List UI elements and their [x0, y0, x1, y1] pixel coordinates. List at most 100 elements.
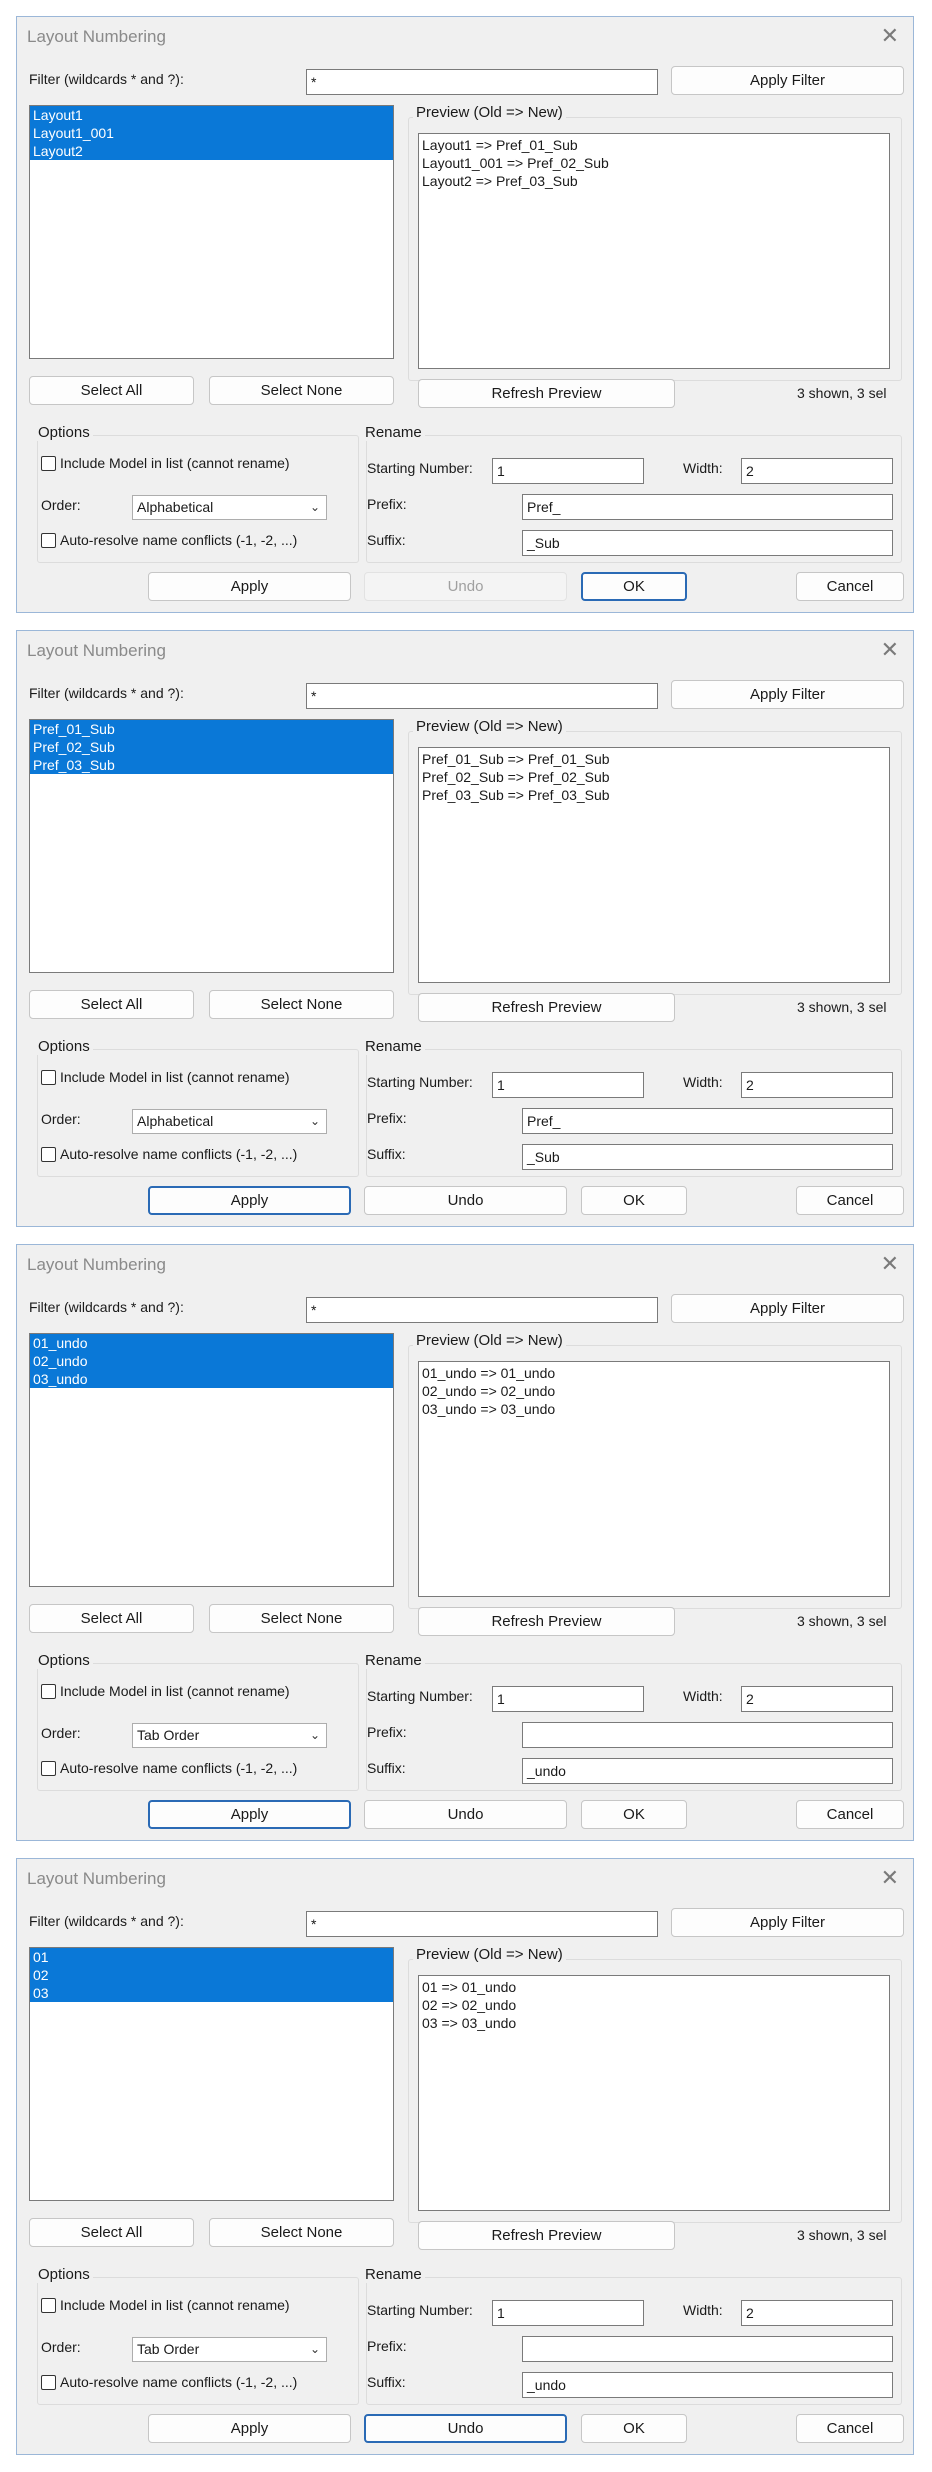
suffix-input[interactable]: _Sub — [522, 530, 893, 556]
include-model-checkbox[interactable]: Include Model in list (cannot rename) — [41, 2297, 290, 2313]
preview-line: Layout1_001 => Pref_02_Sub — [422, 155, 609, 171]
cancel-button[interactable]: Cancel — [796, 1186, 904, 1215]
order-select[interactable]: Alphabetical ⌄ — [132, 1109, 327, 1134]
select-none-button[interactable]: Select None — [209, 990, 394, 1019]
refresh-preview-button[interactable]: Refresh Preview — [418, 993, 675, 1022]
list-item[interactable]: Layout1 — [30, 106, 393, 124]
starting-number-label: Starting Number: — [367, 2302, 473, 2318]
rename-label: Rename — [362, 2266, 425, 2283]
select-none-button[interactable]: Select None — [209, 1604, 394, 1633]
width-input[interactable]: 2 — [741, 1686, 893, 1712]
checkbox-box — [41, 1683, 56, 1699]
filter-input[interactable]: * — [306, 69, 658, 95]
starting-number-input[interactable]: 1 — [492, 458, 644, 484]
auto-resolve-checkbox[interactable]: Auto-resolve name conflicts (-1, -2, ...… — [41, 1146, 297, 1162]
refresh-preview-button[interactable]: Refresh Preview — [418, 1607, 675, 1636]
list-item[interactable]: Pref_01_Sub — [30, 720, 393, 738]
starting-number-input[interactable]: 1 — [492, 1072, 644, 1098]
close-icon[interactable]: ✕ — [881, 1251, 899, 1277]
close-icon[interactable]: ✕ — [881, 637, 899, 663]
preview-box[interactable]: Layout1 => Pref_01_Sub Layout1_001 => Pre… — [418, 133, 890, 369]
apply-filter-button[interactable]: Apply Filter — [671, 680, 904, 709]
refresh-preview-button[interactable]: Refresh Preview — [418, 379, 675, 408]
width-input[interactable]: 2 — [741, 1072, 893, 1098]
undo-button[interactable]: Undo — [364, 1800, 567, 1829]
close-icon[interactable]: ✕ — [881, 1865, 899, 1891]
list-item[interactable]: Pref_03_Sub — [30, 756, 393, 774]
filter-input[interactable]: * — [306, 683, 658, 709]
list-item[interactable]: 01_undo — [30, 1334, 393, 1352]
layout-list-items: 01 02 03 — [30, 1948, 393, 2002]
layout-listbox[interactable]: Layout1 Layout1_001 Layout2 — [29, 105, 394, 359]
order-select[interactable]: Tab Order ⌄ — [132, 1723, 327, 1748]
list-item[interactable]: 02_undo — [30, 1352, 393, 1370]
list-item[interactable]: Layout1_001 — [30, 124, 393, 142]
apply-filter-button[interactable]: Apply Filter — [671, 1294, 904, 1323]
list-item[interactable]: Pref_02_Sub — [30, 738, 393, 756]
starting-number-input[interactable]: 1 — [492, 2300, 644, 2326]
width-input[interactable]: 2 — [741, 458, 893, 484]
prefix-label: Prefix: — [367, 1110, 407, 1126]
apply-button[interactable]: Apply — [148, 2414, 351, 2443]
refresh-preview-button[interactable]: Refresh Preview — [418, 2221, 675, 2250]
ok-button[interactable]: OK — [581, 572, 687, 601]
select-none-button[interactable]: Select None — [209, 2218, 394, 2247]
prefix-input[interactable]: Pref_ — [522, 494, 893, 520]
apply-filter-button[interactable]: Apply Filter — [671, 1908, 904, 1937]
layout-listbox[interactable]: 01_undo 02_undo 03_undo — [29, 1333, 394, 1587]
ok-button[interactable]: OK — [581, 2414, 687, 2443]
close-icon[interactable]: ✕ — [881, 23, 899, 49]
select-all-button[interactable]: Select All — [29, 376, 194, 405]
layout-listbox[interactable]: Pref_01_Sub Pref_02_Sub Pref_03_Sub — [29, 719, 394, 973]
ok-button[interactable]: OK — [581, 1186, 687, 1215]
prefix-input[interactable]: Pref_ — [522, 1108, 893, 1134]
list-item[interactable]: 01 — [30, 1948, 393, 1966]
auto-resolve-checkbox[interactable]: Auto-resolve name conflicts (-1, -2, ...… — [41, 1760, 297, 1776]
options-label: Options — [35, 2266, 93, 2283]
include-model-checkbox[interactable]: Include Model in list (cannot rename) — [41, 1683, 290, 1699]
select-all-button[interactable]: Select All — [29, 1604, 194, 1633]
apply-button[interactable]: Apply — [148, 1186, 351, 1215]
rename-label: Rename — [362, 1652, 425, 1669]
apply-filter-button[interactable]: Apply Filter — [671, 66, 904, 95]
auto-resolve-checkbox[interactable]: Auto-resolve name conflicts (-1, -2, ...… — [41, 2374, 297, 2390]
order-select[interactable]: Tab Order ⌄ — [132, 2337, 327, 2362]
cancel-button[interactable]: Cancel — [796, 572, 904, 601]
preview-box[interactable]: 01 => 01_undo 02 => 02_undo 03 => 03_undo — [418, 1975, 890, 2211]
preview-box[interactable]: Pref_01_Sub => Pref_01_Sub Pref_02_Sub =>… — [418, 747, 890, 983]
layout-listbox[interactable]: 01 02 03 — [29, 1947, 394, 2201]
undo-button[interactable]: Undo — [364, 2414, 567, 2443]
apply-button[interactable]: Apply — [148, 1800, 351, 1829]
prefix-label: Prefix: — [367, 2338, 407, 2354]
list-item[interactable]: 03_undo — [30, 1370, 393, 1388]
undo-button[interactable]: Undo — [364, 1186, 567, 1215]
suffix-input[interactable]: _undo — [522, 1758, 893, 1784]
filter-input[interactable]: * — [306, 1911, 658, 1937]
cancel-button[interactable]: Cancel — [796, 1800, 904, 1829]
include-model-checkbox[interactable]: Include Model in list (cannot rename) — [41, 1069, 290, 1085]
layout-numbering-dialog: Layout Numbering ✕ Filter (wildcards * a… — [16, 16, 914, 613]
starting-number-input[interactable]: 1 — [492, 1686, 644, 1712]
suffix-input[interactable]: _Sub — [522, 1144, 893, 1170]
apply-button[interactable]: Apply — [148, 572, 351, 601]
order-select[interactable]: Alphabetical ⌄ — [132, 495, 327, 520]
selection-count: 3 shown, 3 sel — [797, 999, 887, 1015]
prefix-input[interactable] — [522, 1722, 893, 1748]
filter-input[interactable]: * — [306, 1297, 658, 1323]
select-all-button[interactable]: Select All — [29, 990, 194, 1019]
prefix-input[interactable] — [522, 2336, 893, 2362]
auto-resolve-checkbox[interactable]: Auto-resolve name conflicts (-1, -2, ...… — [41, 532, 297, 548]
include-model-checkbox[interactable]: Include Model in list (cannot rename) — [41, 455, 290, 471]
suffix-input[interactable]: _undo — [522, 2372, 893, 2398]
list-item[interactable]: 03 — [30, 1984, 393, 2002]
list-item[interactable]: 02 — [30, 1966, 393, 1984]
undo-button[interactable]: Undo — [364, 572, 567, 601]
ok-button[interactable]: OK — [581, 1800, 687, 1829]
cancel-button[interactable]: Cancel — [796, 2414, 904, 2443]
width-input[interactable]: 2 — [741, 2300, 893, 2326]
select-all-button[interactable]: Select All — [29, 2218, 194, 2247]
select-none-button[interactable]: Select None — [209, 376, 394, 405]
list-item[interactable]: Layout2 — [30, 142, 393, 160]
preview-box[interactable]: 01_undo => 01_undo 02_undo => 02_undo 03_u… — [418, 1361, 890, 1597]
order-select-value: Alphabetical — [137, 1113, 214, 1129]
